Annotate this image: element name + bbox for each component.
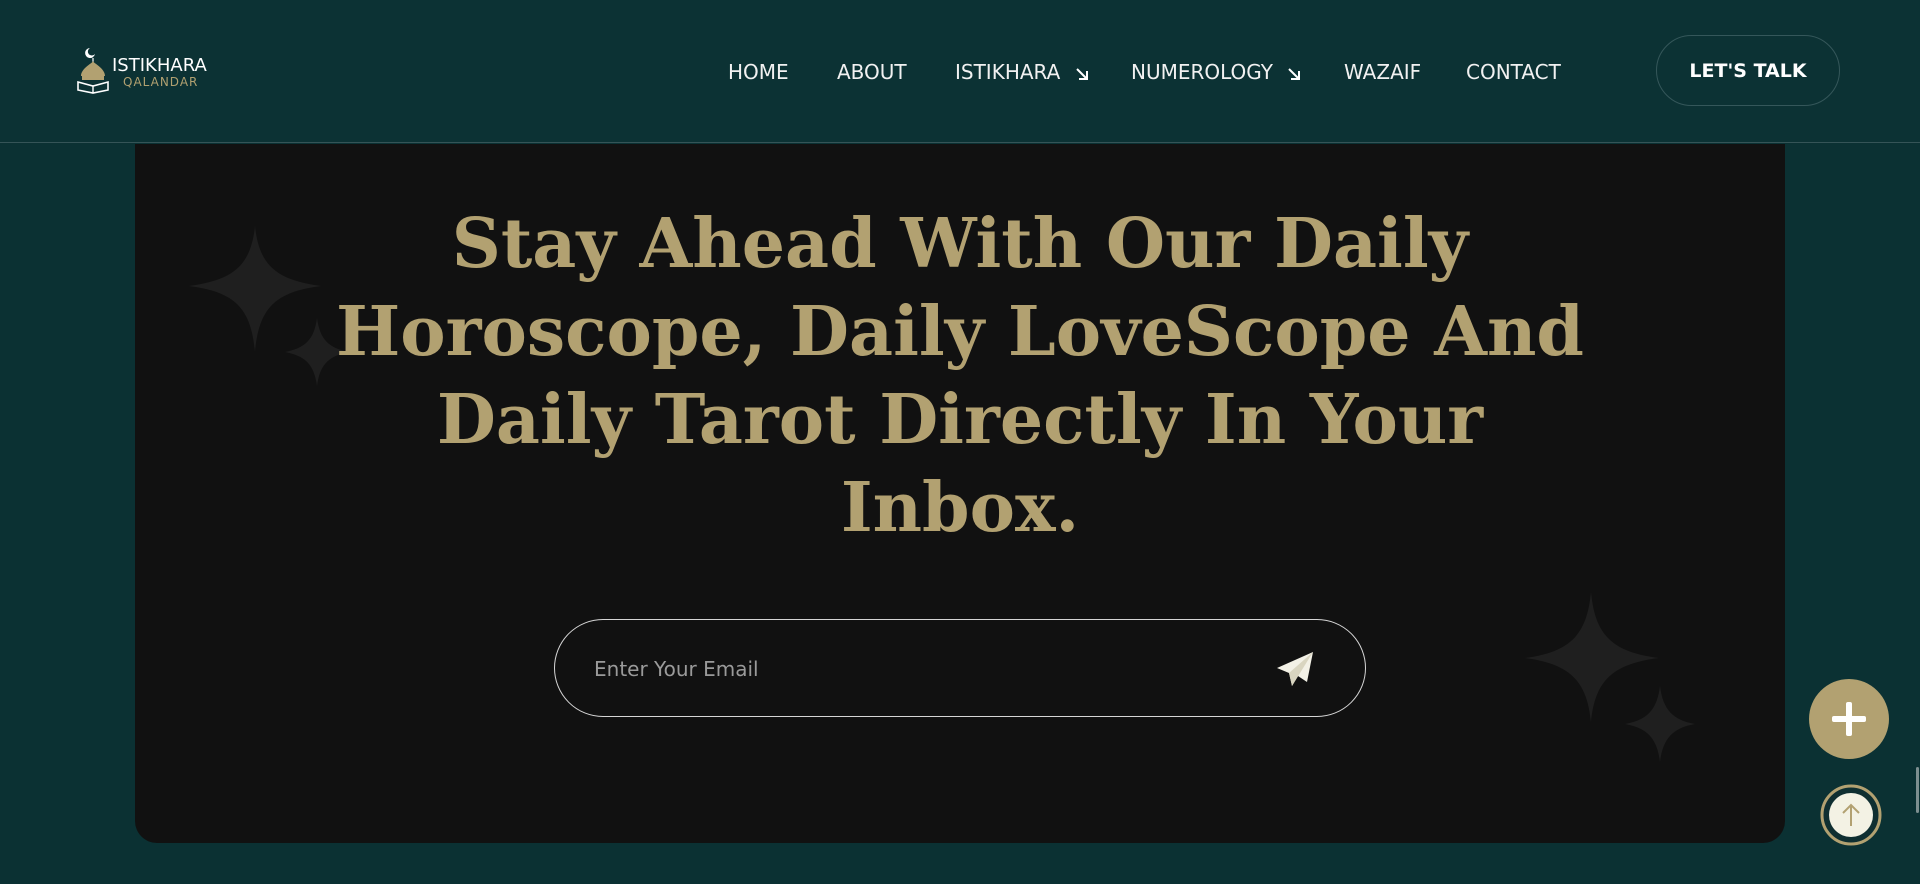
lets-talk-button[interactable]: LET'S TALK bbox=[1656, 35, 1840, 106]
arrow-up-icon bbox=[1820, 784, 1882, 846]
site-logo[interactable]: ISTIKHARA QALANDAR bbox=[76, 46, 216, 96]
nav-item-contact[interactable]: CONTACT bbox=[1466, 60, 1561, 84]
sparkle-decoration-icon bbox=[1525, 592, 1695, 762]
nav-item-wazaif[interactable]: WAZAIF bbox=[1344, 60, 1421, 84]
arrow-down-right-icon bbox=[1288, 68, 1301, 80]
email-input[interactable] bbox=[592, 640, 1236, 698]
send-button[interactable] bbox=[1273, 646, 1319, 692]
nav-item-label: HOME bbox=[728, 60, 789, 84]
paper-plane-icon bbox=[1277, 652, 1313, 686]
nav-item-about[interactable]: ABOUT bbox=[837, 60, 907, 84]
nav-item-istikhara[interactable]: ISTIKHARA bbox=[955, 60, 1089, 84]
mosque-book-logo-icon bbox=[77, 48, 109, 94]
nav-item-label: WAZAIF bbox=[1344, 60, 1422, 84]
nav-item-label: ABOUT bbox=[837, 60, 907, 84]
nav-item-home[interactable]: HOME bbox=[728, 60, 789, 84]
nav-item-label: ISTIKHARA bbox=[955, 60, 1061, 84]
nav-item-label: NUMEROLOGY bbox=[1131, 60, 1274, 84]
logo-title: ISTIKHARA bbox=[112, 55, 207, 76]
newsletter-form bbox=[554, 619, 1366, 717]
nav-item-label: CONTACT bbox=[1466, 60, 1561, 84]
arrow-down-right-icon bbox=[1075, 68, 1088, 80]
scroll-to-top-button[interactable] bbox=[1820, 784, 1882, 846]
page-scrollbar[interactable] bbox=[1916, 767, 1919, 813]
logo-subtitle: QALANDAR bbox=[123, 75, 199, 89]
plus-floating-button[interactable] bbox=[1809, 679, 1889, 759]
newsletter-headline: Stay Ahead With Our Daily Horoscope, Dai… bbox=[336, 204, 1584, 548]
nav-item-numerology[interactable]: NUMEROLOGY bbox=[1131, 60, 1301, 84]
site-header: ISTIKHARA QALANDAR HOME ABOUT ISTIKHARA … bbox=[0, 0, 1920, 143]
newsletter-card: Stay Ahead With Our Daily Horoscope, Dai… bbox=[135, 144, 1785, 843]
